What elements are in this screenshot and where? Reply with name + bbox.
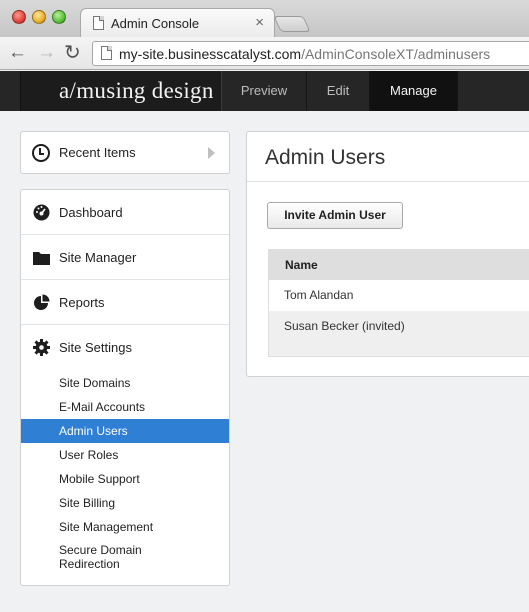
clock-icon (32, 144, 50, 162)
table-row[interactable]: Tom Alandan (269, 280, 529, 311)
tab-edit[interactable]: Edit (307, 71, 370, 111)
url-path: /AdminConsoleXT/adminusers (301, 46, 491, 62)
admin-users-table: Name Tom Alandan Susan Becker (invited) (268, 249, 529, 357)
divider (247, 181, 529, 182)
app-header: a/musing design Preview Edit Manage (0, 71, 529, 111)
page-title: Admin Users (265, 146, 386, 169)
column-header-name[interactable]: Name (285, 258, 318, 272)
close-window-icon[interactable] (12, 10, 26, 24)
table-row[interactable]: Susan Becker (invited) (269, 311, 529, 342)
url-host: my-site.businesscatalyst.com (119, 46, 302, 62)
new-tab-button[interactable] (273, 16, 311, 32)
sidebar-item-label: Dashboard (59, 205, 123, 220)
invite-admin-user-button[interactable]: Invite Admin User (267, 202, 403, 229)
tab-preview[interactable]: Preview (222, 71, 307, 111)
submenu-site-billing[interactable]: Site Billing (21, 491, 229, 515)
tab-close-icon[interactable]: × (255, 14, 264, 31)
zoom-window-icon[interactable] (52, 10, 66, 24)
submenu-label-line-2: Redirection (59, 557, 120, 571)
sidebar-item-reports[interactable]: Reports (21, 280, 229, 325)
tab-manage[interactable]: Manage (370, 71, 458, 111)
recent-items-button[interactable]: Recent Items (20, 131, 230, 174)
submenu-mobile-support[interactable]: Mobile Support (21, 467, 229, 491)
brand-area: a/musing design (20, 71, 222, 111)
gear-icon (33, 339, 50, 356)
reload-icon[interactable]: ↻ (64, 43, 81, 63)
browser-tab-strip: Admin Console × (0, 0, 529, 37)
sidebar-item-site-manager[interactable]: Site Manager (21, 235, 229, 280)
forward-arrow-icon[interactable]: → (37, 43, 56, 63)
user-name[interactable]: Tom Alandan (284, 288, 353, 302)
page-icon (101, 46, 112, 60)
user-name[interactable]: Susan Becker (invited) (284, 319, 405, 333)
tab-title: Admin Console (111, 16, 200, 31)
sidebar-item-label: Site Manager (59, 250, 137, 265)
page-icon (93, 16, 104, 30)
site-logo[interactable]: a/musing design (59, 78, 214, 104)
back-arrow-icon[interactable]: ← (8, 43, 27, 63)
sidebar-item-label: Reports (59, 295, 105, 310)
site-settings-submenu: Site Domains E-Mail Accounts Admin Users… (21, 371, 229, 571)
folder-icon (33, 252, 50, 265)
chevron-right-icon (208, 147, 215, 159)
sidebar-item-label: Site Settings (59, 340, 132, 355)
recent-items-label: Recent Items (59, 145, 136, 160)
submenu-label-line-1: Secure Domain (59, 543, 142, 557)
browser-tab[interactable]: Admin Console × (80, 8, 275, 37)
submenu-site-domains[interactable]: Site Domains (21, 371, 229, 395)
dashboard-icon (33, 204, 50, 221)
address-bar[interactable]: my-site.businesscatalyst.com/AdminConsol… (92, 41, 529, 66)
submenu-site-management[interactable]: Site Management (21, 515, 229, 539)
pie-chart-icon (34, 294, 50, 310)
submenu-email-accounts[interactable]: E-Mail Accounts (21, 395, 229, 419)
submenu-secure-domain-redirection[interactable]: Secure Domain Redirection (21, 539, 229, 571)
sidebar-item-dashboard[interactable]: Dashboard (21, 190, 229, 235)
submenu-admin-users[interactable]: Admin Users (21, 419, 229, 443)
submenu-user-roles[interactable]: User Roles (21, 443, 229, 467)
sidebar-nav: Dashboard Site Manager Reports Site Sett… (20, 189, 230, 586)
browser-toolbar: ← → ↻ my-site.businesscatalyst.com/Admin… (0, 37, 529, 70)
minimize-window-icon[interactable] (32, 10, 46, 24)
sidebar-item-site-settings[interactable]: Site Settings (21, 325, 229, 370)
table-header: Name (269, 250, 529, 280)
admin-users-panel: Admin Users Invite Admin User Name Tom A… (246, 131, 529, 377)
url-text[interactable]: my-site.businesscatalyst.com/AdminConsol… (119, 46, 490, 62)
